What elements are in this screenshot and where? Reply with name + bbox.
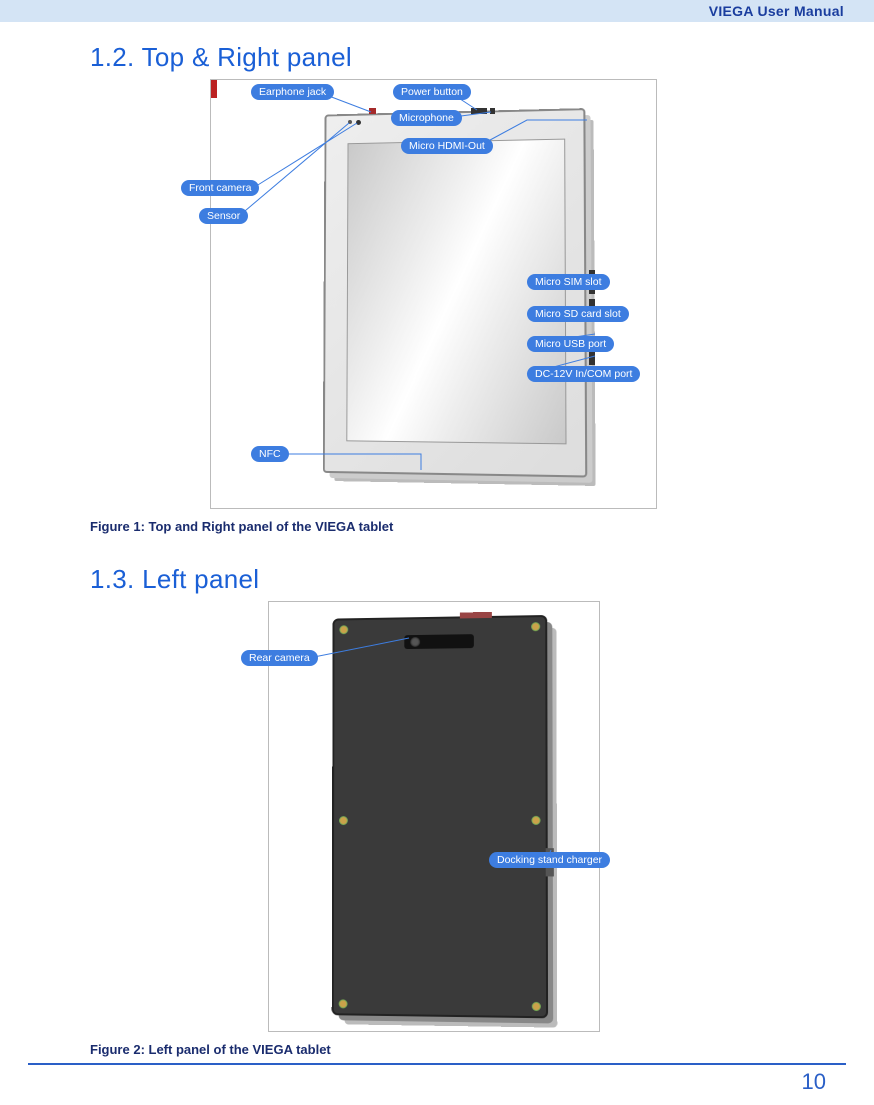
usb-marker: [211, 80, 217, 98]
mic-marker: [490, 108, 495, 114]
page-content: 1.2. Top & Right panel Earphone jack Pow…: [0, 22, 874, 1057]
figure-1-caption: Figure 1: Top and Right panel of the VIE…: [90, 519, 784, 534]
label-dc: DC-12V In/COM port: [527, 366, 640, 382]
figure-1: Earphone jack Power button Microphone Mi…: [210, 79, 657, 509]
figure-2: Rear camera Docking stand charger: [268, 601, 600, 1032]
top-notch: [460, 612, 492, 619]
label-sensor: Sensor: [199, 208, 248, 224]
tablet-screen: [346, 139, 566, 445]
front-camera-dot: [356, 120, 361, 125]
page-number: 10: [0, 1065, 874, 1105]
label-nfc: NFC: [251, 446, 289, 462]
label-usb: Micro USB port: [527, 336, 614, 352]
label-sd: Micro SD card slot: [527, 306, 629, 322]
doc-header: VIEGA User Manual: [0, 0, 874, 22]
earphone-marker: [369, 108, 376, 114]
label-front-camera: Front camera: [181, 180, 259, 196]
label-earphone: Earphone jack: [251, 84, 334, 100]
label-dock: Docking stand charger: [489, 852, 610, 868]
label-sim: Micro SIM slot: [527, 274, 610, 290]
tablet-front-drawing: [323, 108, 587, 477]
label-rear-camera: Rear camera: [241, 650, 318, 666]
power-marker: [471, 108, 487, 114]
tablet-back-drawing: [332, 615, 548, 1018]
sensor-dot: [348, 120, 352, 124]
section-heading-1-2: 1.2. Top & Right panel: [90, 42, 784, 73]
figure-2-caption: Figure 2: Left panel of the VIEGA tablet: [90, 1042, 784, 1057]
label-hdmi: Micro HDMI-Out: [401, 138, 493, 154]
doc-title: VIEGA User Manual: [709, 3, 844, 19]
label-microphone: Microphone: [391, 110, 462, 126]
label-power: Power button: [393, 84, 471, 100]
rear-camera-strip: [404, 634, 474, 649]
section-heading-1-3: 1.3. Left panel: [90, 564, 784, 595]
